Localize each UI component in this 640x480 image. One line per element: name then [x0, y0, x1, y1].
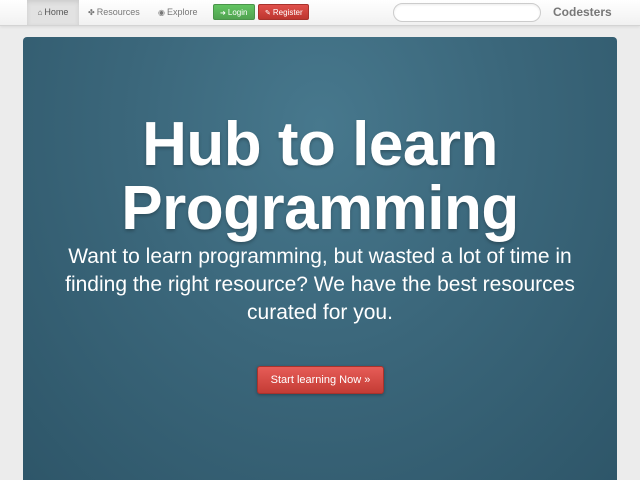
register-button[interactable]: ✎ Register	[258, 4, 309, 20]
globe-icon: ◉	[158, 8, 165, 17]
hero-title-line2: Programming	[121, 174, 519, 243]
hero-title: Hub to learn Programming	[23, 113, 617, 241]
sign-in-icon: ➜	[220, 10, 226, 17]
hero-title-line1: Hub to learn	[142, 110, 498, 179]
brand-link[interactable]: Codesters	[553, 0, 612, 25]
nav-explore[interactable]: ◉ Explore	[158, 0, 198, 25]
edit-icon: ✎	[265, 10, 271, 17]
nav-home[interactable]: ⌂ Home	[27, 0, 79, 25]
register-label: Register	[272, 8, 303, 17]
top-navbar: ⌂ Home ✤ Resources ◉ Explore ➜ Login ✎ Regist…	[0, 0, 640, 26]
hero-unit: Hub to learn Programming Want to learn p…	[23, 37, 617, 480]
hero-subtitle: Want to learn programming, but wasted a …	[65, 245, 575, 324]
login-button[interactable]: ➜ Login	[213, 4, 255, 20]
search-input[interactable]	[393, 3, 541, 22]
home-icon: ⌂	[37, 8, 43, 17]
nav-resources-label: Resources	[96, 7, 140, 17]
pin-icon: ✤	[88, 8, 95, 17]
nav-explore-label: Explore	[166, 7, 198, 17]
login-label: Login	[227, 8, 248, 17]
nav-home-label: Home	[44, 7, 69, 17]
nav-resources[interactable]: ✤ Resources	[88, 0, 140, 25]
start-learning-button[interactable]: Start learning Now »	[257, 366, 384, 394]
